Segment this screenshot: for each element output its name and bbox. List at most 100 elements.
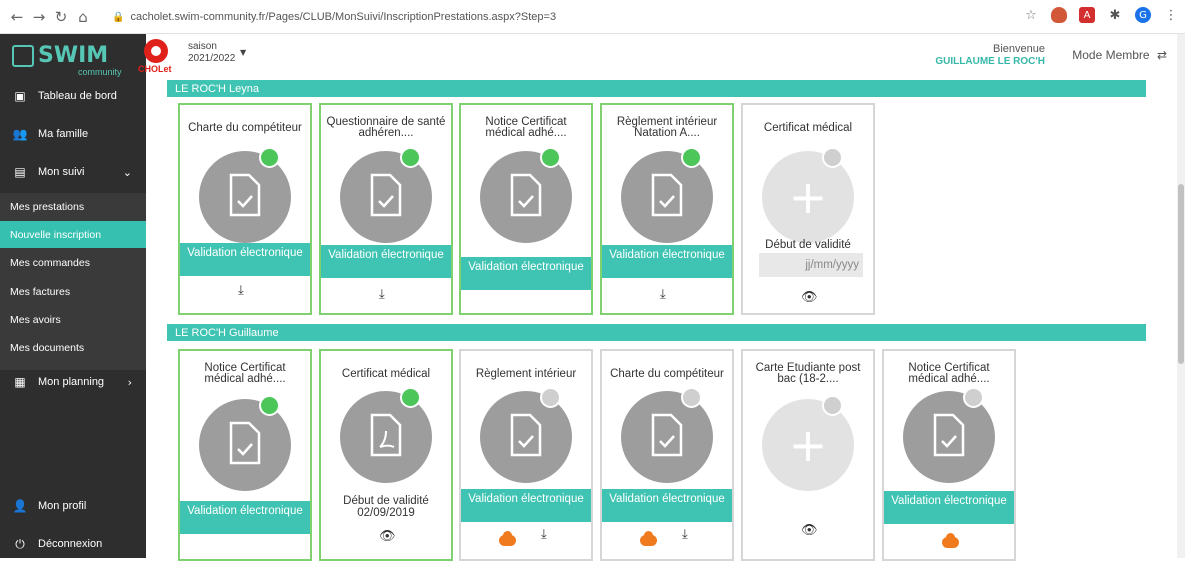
submenu-item-label: Mes documents <box>10 341 85 354</box>
address-bar[interactable]: 🔒 cacholet.swim-community.fr/Pages/CLUB/… <box>112 5 1027 29</box>
document-card[interactable]: Notice Certificat médical adhé.... Valid… <box>178 349 312 561</box>
sidebar-item-mon-suivi[interactable]: ▤ Mon suivi ⌄ <box>0 160 146 184</box>
document-circle[interactable] <box>621 387 713 483</box>
document-card[interactable]: Questionnaire de santé adhéren.... Valid… <box>319 103 453 315</box>
submenu-item-label: Mes prestations <box>10 200 85 213</box>
download-icon[interactable]: ⤓ <box>682 527 688 542</box>
upload-circle[interactable]: + <box>762 395 854 491</box>
document-circle[interactable] <box>340 147 432 243</box>
submenu-item-mes-commandes[interactable]: Mes commandes <box>0 249 146 276</box>
document-card[interactable]: Notice Certificat médical adhé.... Valid… <box>882 349 1016 561</box>
back-icon[interactable]: ← <box>6 8 28 26</box>
card-title: Règlement intérieur Natation A.... <box>616 116 718 139</box>
user-name: GUILLAUME LE ROC'H <box>935 56 1045 67</box>
mode-toggle[interactable]: Mode Membre ⇄ <box>1072 48 1167 62</box>
document-card[interactable]: Charte du compétiteur Validation électro… <box>178 103 312 315</box>
sidebar-item-label: Mon planning <box>38 376 105 388</box>
home-icon[interactable]: ⌂ <box>72 8 94 26</box>
submenu-item-label: Mes factures <box>10 285 71 298</box>
user-icon: 👤 <box>12 499 28 513</box>
cloud-upload-icon[interactable] <box>499 531 516 546</box>
puzzle-icon[interactable]: ✱ <box>1107 7 1123 23</box>
sidebar-item-ma-famille[interactable]: 👥 Ma famille <box>0 122 146 146</box>
forward-icon[interactable]: → <box>28 8 50 26</box>
reload-icon[interactable]: ↻ <box>50 8 72 26</box>
document-circle[interactable] <box>480 387 572 483</box>
document-check-icon <box>933 413 965 457</box>
card-title: Notice Certificat médical adhé.... <box>908 362 990 385</box>
validation-badge: Validation électronique <box>461 489 591 522</box>
mon-suivi-submenu: Mes prestations Nouvelle inscription Mes… <box>0 193 146 393</box>
cloud-upload-icon[interactable] <box>942 533 959 548</box>
swap-icon: ⇄ <box>1156 48 1167 62</box>
shield-extension-icon[interactable] <box>1051 7 1067 23</box>
dashboard-icon: ▣ <box>14 89 26 103</box>
profile-avatar-icon[interactable]: G <box>1135 7 1151 23</box>
sidebar-item-label: Mon suivi <box>38 166 85 178</box>
pdf-document-icon <box>370 413 402 457</box>
cloud-upload-icon[interactable] <box>640 531 657 546</box>
card-title: Règlement intérieur <box>475 368 577 380</box>
page-scrollbar[interactable] <box>1177 34 1185 558</box>
club-logo-text: CHOLet <box>138 64 172 74</box>
submenu-item-label: Nouvelle inscription <box>10 228 102 241</box>
document-circle[interactable] <box>199 395 291 491</box>
document-circle[interactable] <box>199 147 291 243</box>
plus-icon: + <box>788 170 828 224</box>
document-circle[interactable] <box>340 387 432 483</box>
document-circle[interactable] <box>480 147 572 243</box>
menu-dots-icon[interactable]: ⋮ <box>1163 7 1179 23</box>
calendar-icon: ▦ <box>14 375 26 389</box>
upload-circle[interactable]: + <box>762 147 854 243</box>
document-card[interactable]: Notice Certificat médical adhé.... Valid… <box>459 103 593 315</box>
document-card[interactable]: Certificat médical + Début de validité j… <box>741 103 875 315</box>
sidebar-item-label: Déconnexion <box>38 538 103 550</box>
download-icon[interactable]: ⤓ <box>238 283 244 298</box>
swim-community-logo[interactable]: SWIM community <box>0 34 146 78</box>
validity-date-input[interactable]: jj/mm/yyyy <box>759 253 863 277</box>
download-icon[interactable]: ⤓ <box>660 287 666 302</box>
download-icon[interactable]: ⤓ <box>379 287 385 302</box>
document-card[interactable]: Carte Etudiante post bac (18-2.... + 👁 <box>741 349 875 561</box>
download-icon[interactable]: ⤓ <box>541 527 547 542</box>
sidebar-item-mon-profil[interactable]: 👤 Mon profil <box>0 494 146 518</box>
submenu-item-nouvelle-inscription[interactable]: Nouvelle inscription <box>0 221 146 248</box>
document-check-icon <box>229 173 261 217</box>
document-card[interactable]: Règlement intérieur Natation A.... Valid… <box>600 103 734 315</box>
status-pending-dot <box>822 395 843 416</box>
power-icon: ⏻ <box>15 536 25 551</box>
document-circle[interactable] <box>903 387 995 483</box>
submenu-item-mes-avoirs[interactable]: Mes avoirs <box>0 306 146 333</box>
sidebar-item-tableau-de-bord[interactable]: ▣ Tableau de bord <box>0 84 146 108</box>
document-card[interactable]: Certificat médical Début de validité 02/… <box>319 349 453 561</box>
scrollbar-thumb[interactable] <box>1178 184 1184 364</box>
star-icon[interactable]: ☆ <box>1023 7 1039 23</box>
users-icon: 👥 <box>12 127 28 141</box>
caret-down-icon[interactable]: ▼ <box>240 48 246 57</box>
submenu-item-mes-documents[interactable]: Mes documents <box>0 334 146 361</box>
url-text: cacholet.swim-community.fr/Pages/CLUB/Mo… <box>130 11 557 23</box>
document-card[interactable]: Règlement intérieur Validation électroni… <box>459 349 593 561</box>
status-pending-dot <box>681 387 702 408</box>
document-card[interactable]: Charte du compétiteur Validation électro… <box>600 349 734 561</box>
card-title: Questionnaire de santé adhéren.... <box>326 116 446 139</box>
welcome-label: Bienvenue <box>993 43 1045 55</box>
card-title: Charte du compétiteur <box>188 122 302 134</box>
document-circle[interactable] <box>621 147 713 243</box>
sidebar-item-mon-planning[interactable]: ▦ Mon planning › <box>0 370 146 394</box>
submenu-item-mes-prestations[interactable]: Mes prestations <box>0 193 146 220</box>
validation-badge: Validation électronique <box>884 491 1014 524</box>
clipboard-icon: ▤ <box>14 165 26 179</box>
validity-label: Début de validité <box>343 495 429 507</box>
eye-icon[interactable]: 👁 <box>801 523 818 538</box>
document-check-icon <box>510 173 542 217</box>
eye-icon[interactable]: 👁 <box>379 529 396 544</box>
sidebar-item-deconnexion[interactable]: ⏻ Déconnexion <box>0 532 146 556</box>
card-title: Notice Certificat médical adhé.... <box>485 116 567 139</box>
pdf-extension-icon[interactable]: A <box>1079 7 1095 23</box>
saison-selector[interactable]: saison 2021/2022 <box>188 41 235 65</box>
validation-badge: Validation électronique <box>461 257 591 290</box>
submenu-item-mes-factures[interactable]: Mes factures <box>0 278 146 305</box>
eye-icon[interactable]: 👁 <box>801 290 818 305</box>
logo-mark <box>12 45 34 67</box>
